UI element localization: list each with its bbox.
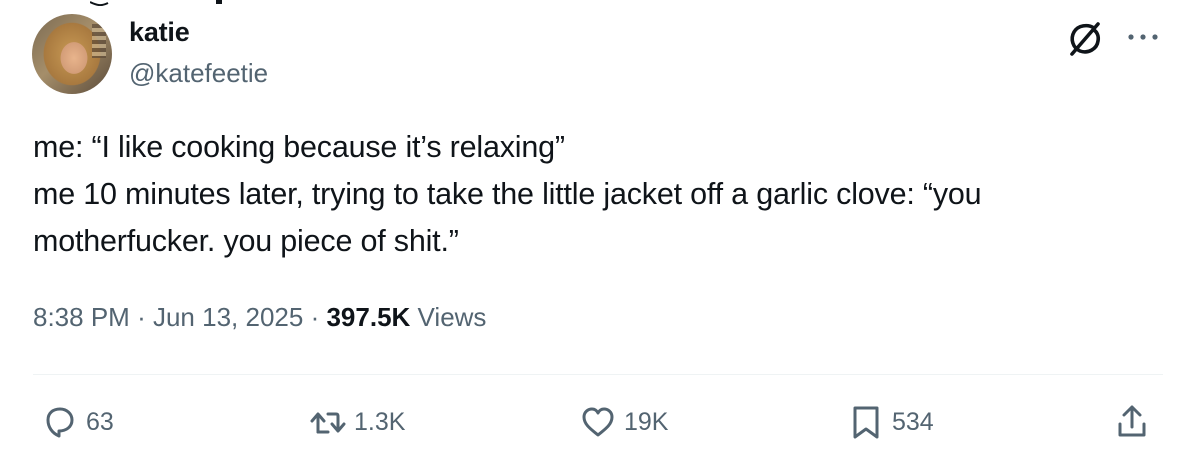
repost-count: 1.3K (354, 407, 406, 436)
views-label: Views (417, 302, 487, 332)
avatar[interactable] (32, 14, 112, 94)
reply-button[interactable]: 63 (40, 402, 114, 442)
reply-count: 63 (86, 407, 114, 436)
reply-icon (46, 407, 74, 438)
tweet-time[interactable]: 8:38 PM (33, 302, 130, 332)
divider (33, 374, 1163, 375)
bookmark-button[interactable]: 534 (846, 402, 934, 442)
tweet-text: me: “I like cooking because it’s relaxin… (33, 124, 1158, 265)
cropped-content-fragment (90, 0, 222, 6)
repost-icon (310, 412, 346, 434)
like-button[interactable]: 19K (578, 402, 668, 442)
author-display-name[interactable]: katie (129, 17, 190, 48)
repost-button[interactable]: 1.3K (308, 402, 405, 442)
like-count: 19K (624, 407, 669, 436)
meta-separator: · (310, 302, 320, 332)
views-count[interactable]: 397.5K (326, 302, 410, 332)
tweet-text-line: me: “I like cooking because it’s relaxin… (33, 130, 565, 164)
more-options-icon[interactable] (1126, 22, 1160, 52)
tweet-text-line: motherfucker. you piece of shit.” (33, 224, 459, 258)
author-handle[interactable]: @katefeetie (129, 58, 268, 89)
tweet-meta: 8:38 PM · Jun 13, 2025 · 397.5K Views (33, 302, 486, 333)
share-button[interactable] (1112, 402, 1152, 442)
share-icon (1118, 405, 1146, 437)
grok-icon[interactable] (1066, 20, 1104, 58)
bookmark-count: 534 (892, 407, 934, 436)
bookmark-icon (853, 406, 879, 439)
meta-separator: · (137, 302, 146, 332)
tweet-text-line: me 10 minutes later, trying to take the … (33, 177, 982, 211)
avatar-background-detail (92, 24, 106, 58)
like-icon (582, 407, 614, 437)
tweet-date[interactable]: Jun 13, 2025 (153, 302, 303, 332)
